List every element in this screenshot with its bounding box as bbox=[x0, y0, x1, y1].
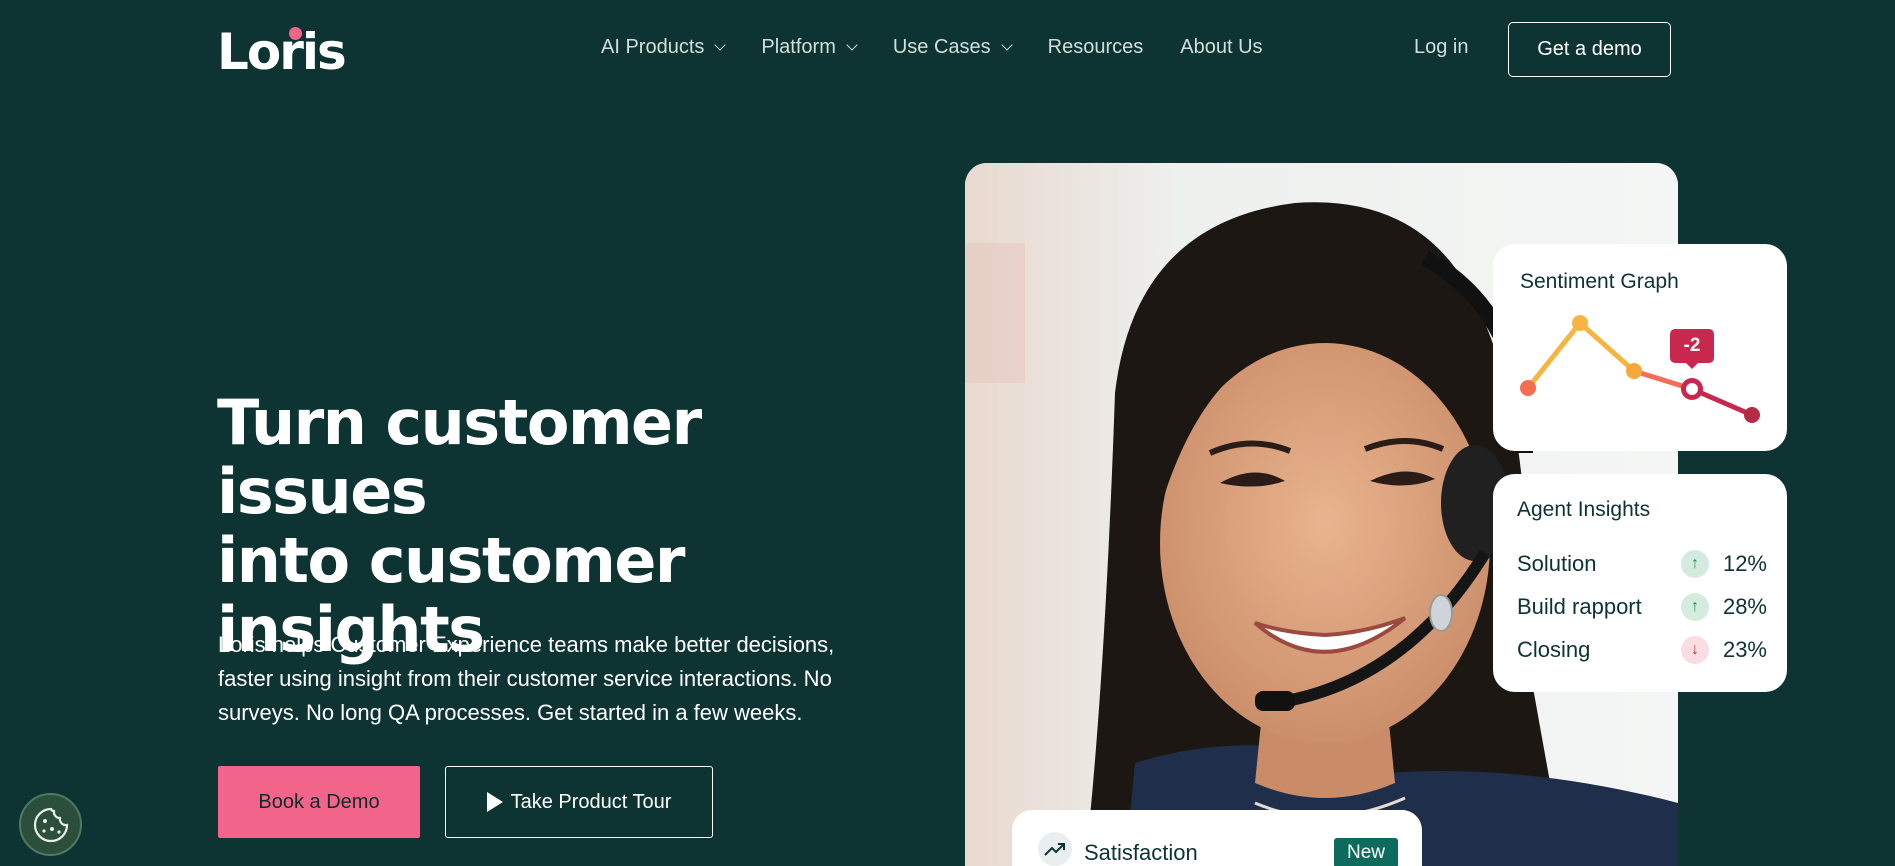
login-link[interactable]: Log in bbox=[1414, 36, 1469, 59]
agent-row-closing: Closing ↓ 23% bbox=[1517, 633, 1767, 667]
get-demo-button[interactable]: Get a demo bbox=[1508, 22, 1671, 77]
sentiment-score-badge: -2 bbox=[1670, 329, 1714, 369]
agent-row-build-rapport: Build rapport ↑ 28% bbox=[1517, 590, 1767, 624]
hero-subtitle-line: faster using insight from their customer… bbox=[218, 666, 832, 691]
agent-row-value: 12% bbox=[1722, 551, 1767, 576]
nav-item-about-us[interactable]: About Us bbox=[1180, 36, 1262, 59]
agent-row-solution: Solution ↑ 12% bbox=[1517, 547, 1767, 581]
agent-row-value: 28% bbox=[1722, 594, 1767, 619]
hero-title-line: Turn customer issues bbox=[217, 386, 702, 528]
sentiment-graph-card: Sentiment Graph -2 bbox=[1493, 244, 1787, 451]
play-icon bbox=[486, 792, 503, 812]
cookie-settings-button[interactable] bbox=[19, 793, 82, 856]
agent-row-label: Build rapport bbox=[1517, 594, 1642, 619]
agent-card-title: Agent Insights bbox=[1517, 498, 1651, 521]
nav-item-use-cases[interactable]: Use Cases bbox=[892, 36, 1013, 59]
cookie-icon bbox=[33, 807, 68, 842]
hero-subtitle-line: surveys. No long QA processes. Get start… bbox=[218, 700, 803, 725]
hero-subtitle-line: Loris helps Customer Experience teams ma… bbox=[218, 632, 835, 657]
agent-row-label: Closing bbox=[1517, 637, 1591, 662]
arrow-up-icon: ↑ bbox=[1681, 593, 1709, 621]
hero-subtitle: Loris helps Customer Experience teams ma… bbox=[218, 628, 898, 730]
nav-item-platform[interactable]: Platform bbox=[761, 36, 858, 59]
arrow-down-icon: ↓ bbox=[1681, 636, 1709, 664]
nav-label: Resources bbox=[1047, 36, 1144, 58]
main-nav: AI Products Platform Use Cases Resources… bbox=[601, 36, 1300, 59]
arrow-up-icon: ↑ bbox=[1681, 550, 1709, 578]
hero-title: Turn customer issues into customer insig… bbox=[217, 388, 897, 664]
sentiment-line-chart bbox=[1520, 315, 1760, 423]
nav-item-resources[interactable]: Resources bbox=[1048, 36, 1144, 59]
logo-dot bbox=[289, 27, 302, 40]
nav-label: AI Products bbox=[601, 36, 705, 58]
trend-up-icon bbox=[1038, 832, 1072, 866]
agent-row-label: Solution bbox=[1517, 551, 1597, 576]
hero-title-line: into customer bbox=[217, 524, 685, 597]
nav-label: Use Cases bbox=[892, 36, 991, 58]
nav-label: About Us bbox=[1180, 36, 1263, 58]
agent-row-value: 23% bbox=[1722, 637, 1767, 662]
nav-item-ai-products[interactable]: AI Products bbox=[601, 36, 727, 59]
satisfaction-label: Satisfaction bbox=[1084, 840, 1198, 865]
product-tour-button[interactable]: Take Product Tour bbox=[445, 766, 713, 838]
book-demo-button[interactable]: Book a Demo bbox=[218, 766, 420, 838]
chevron-down-icon bbox=[1001, 39, 1013, 51]
agent-insights-card: Agent Insights Solution ↑ 12% Build rapp… bbox=[1493, 474, 1787, 692]
new-badge: New bbox=[1334, 838, 1398, 866]
product-tour-label: Take Product Tour bbox=[510, 790, 672, 813]
site-header: Loris AI Products Platform Use Cases Res… bbox=[0, 0, 1895, 100]
loris-logo[interactable]: Loris bbox=[217, 24, 347, 80]
satisfaction-card: Satisfaction New bbox=[1012, 810, 1422, 866]
chevron-down-icon bbox=[714, 39, 727, 51]
chevron-down-icon bbox=[846, 39, 858, 51]
nav-label: Platform bbox=[761, 36, 836, 58]
